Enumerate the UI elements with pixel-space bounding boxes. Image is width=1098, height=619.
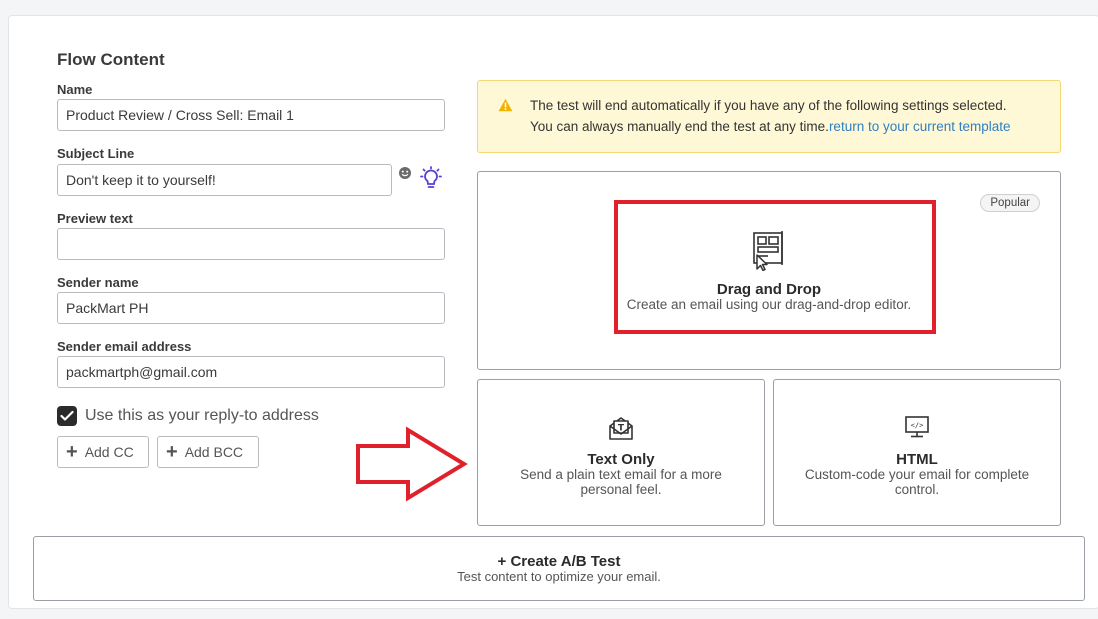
drag-and-drop-card[interactable]: Popular Drag and Drop Create an email us…: [477, 171, 1061, 370]
preview-text-label: Preview text: [57, 211, 133, 226]
code-monitor-icon: </>: [905, 416, 929, 438]
warning-line-1: The test will end automatically if you h…: [530, 98, 1007, 113]
reply-to-checkbox[interactable]: [57, 406, 77, 426]
sender-email-input[interactable]: [57, 356, 445, 388]
add-cc-button[interactable]: + Add CC: [57, 436, 149, 468]
add-cc-label: Add CC: [84, 444, 134, 460]
ab-test-warning: The test will end automatically if you h…: [477, 80, 1061, 153]
sender-name-input[interactable]: [57, 292, 445, 324]
plus-icon: +: [166, 441, 178, 463]
subject-line-input[interactable]: [57, 164, 392, 196]
warning-line-2-text: You can always manually end the test at …: [530, 119, 829, 134]
create-ab-test-button[interactable]: + Create A/B Test Test content to optimi…: [33, 536, 1085, 601]
plus-icon: +: [66, 441, 78, 463]
popular-badge: Popular: [980, 194, 1040, 212]
lightbulb-icon[interactable]: [419, 166, 443, 190]
warning-line-2: You can always manually end the test at …: [530, 119, 1011, 134]
add-bcc-label: Add BCC: [184, 444, 244, 460]
subject-line-label: Subject Line: [57, 146, 135, 161]
text-only-title: Text Only: [587, 451, 655, 468]
name-input[interactable]: [57, 99, 445, 131]
sender-name-label: Sender name: [57, 275, 139, 290]
warning-icon: [498, 98, 513, 112]
svg-text:</>: </>: [911, 422, 924, 430]
drag-and-drop-desc: Create an email using our drag-and-drop …: [626, 297, 912, 312]
html-desc: Custom-code your email for complete cont…: [804, 467, 1030, 497]
text-only-card[interactable]: T Text Only Send a plain text email for …: [477, 379, 765, 526]
text-only-desc: Send a plain text email for a more perso…: [520, 467, 722, 497]
add-bcc-button[interactable]: + Add BCC: [157, 436, 259, 468]
html-card[interactable]: </> HTML Custom-code your email for comp…: [773, 379, 1061, 526]
html-title: HTML: [896, 451, 938, 468]
preview-text-input[interactable]: [57, 228, 445, 260]
drag-drop-icon: [753, 231, 783, 271]
name-label: Name: [57, 82, 93, 97]
checkmark-icon: [60, 410, 74, 421]
emoji-icon[interactable]: [398, 166, 412, 180]
sender-email-label: Sender email address: [57, 339, 192, 354]
text-email-icon: T: [609, 417, 633, 440]
return-template-link[interactable]: return to your current template: [829, 119, 1011, 134]
ab-test-title: + Create A/B Test: [497, 553, 621, 570]
svg-text:T: T: [618, 424, 625, 434]
drag-and-drop-title: Drag and Drop: [716, 281, 822, 298]
ab-test-desc: Test content to optimize your email.: [457, 569, 661, 584]
section-title: Flow Content: [57, 50, 165, 69]
reply-to-label: Use this as your reply-to address: [85, 407, 319, 424]
